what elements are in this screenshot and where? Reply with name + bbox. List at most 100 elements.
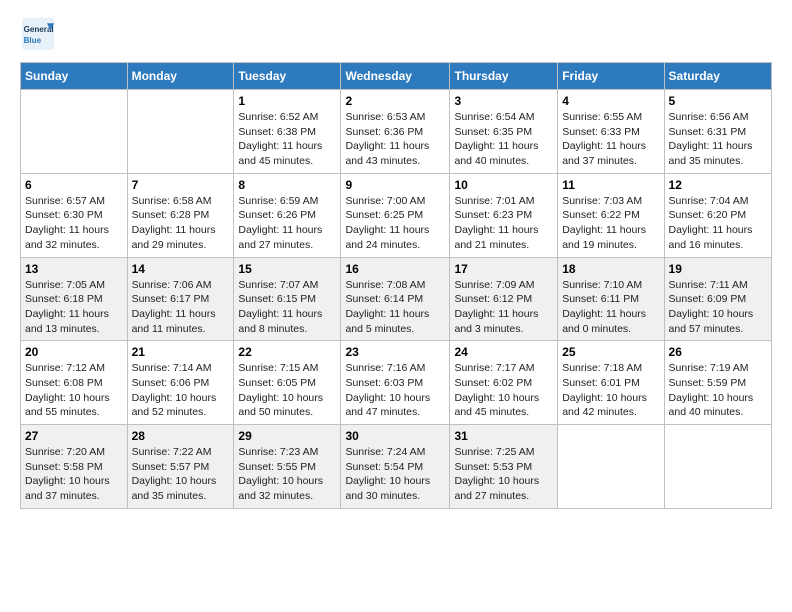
calendar-cell: 24 Sunrise: 7:17 AM Sunset: 6:02 PM Dayli… xyxy=(450,341,558,425)
calendar-cell: 13Sunrise: 7:05 AM Sunset: 6:18 PM Dayli… xyxy=(21,257,128,341)
day-info: Sunrise: 7:16 AM Sunset: 6:03 PM Dayligh… xyxy=(345,361,445,420)
day-info: Sunrise: 7:15 AM Sunset: 6:05 PM Dayligh… xyxy=(238,361,336,420)
day-number: 29 xyxy=(238,429,336,443)
calendar-cell: 17 Sunrise: 7:09 AM Sunset: 6:12 PM Dayli… xyxy=(450,257,558,341)
weekday-header: Wednesday xyxy=(341,63,450,90)
logo: General Blue xyxy=(20,16,60,52)
calendar-cell: 27 Sunrise: 7:20 AM Sunset: 5:58 PM Dayli… xyxy=(21,425,128,509)
day-info: Sunrise: 7:05 AM Sunset: 6:18 PM Dayligh… xyxy=(25,278,123,337)
day-number: 26 xyxy=(669,345,767,359)
calendar-cell: 28 Sunrise: 7:22 AM Sunset: 5:57 PM Dayli… xyxy=(127,425,234,509)
weekday-header-row: SundayMondayTuesdayWednesdayThursdayFrid… xyxy=(21,63,772,90)
calendar-cell: 19Sunrise: 7:11 AM Sunset: 6:09 PM Dayli… xyxy=(664,257,771,341)
day-info: Sunrise: 7:24 AM Sunset: 5:54 PM Dayligh… xyxy=(345,445,445,504)
calendar-week-row: 27 Sunrise: 7:20 AM Sunset: 5:58 PM Dayli… xyxy=(21,425,772,509)
calendar-cell xyxy=(664,425,771,509)
calendar-cell: 12Sunrise: 7:04 AM Sunset: 6:20 PM Dayli… xyxy=(664,173,771,257)
day-number: 30 xyxy=(345,429,445,443)
weekday-header: Friday xyxy=(558,63,664,90)
calendar-cell: 1Sunrise: 6:52 AM Sunset: 6:38 PM Daylig… xyxy=(234,90,341,174)
day-number: 8 xyxy=(238,178,336,192)
weekday-header: Saturday xyxy=(664,63,771,90)
calendar-cell: 20 Sunrise: 7:12 AM Sunset: 6:08 PM Dayli… xyxy=(21,341,128,425)
weekday-header: Monday xyxy=(127,63,234,90)
day-number: 9 xyxy=(345,178,445,192)
day-info: Sunrise: 6:59 AM Sunset: 6:26 PM Dayligh… xyxy=(238,194,336,253)
calendar-cell: 21 Sunrise: 7:14 AM Sunset: 6:06 PM Dayli… xyxy=(127,341,234,425)
calendar: SundayMondayTuesdayWednesdayThursdayFrid… xyxy=(20,62,772,509)
day-number: 28 xyxy=(132,429,230,443)
calendar-week-row: 20 Sunrise: 7:12 AM Sunset: 6:08 PM Dayli… xyxy=(21,341,772,425)
day-info: Sunrise: 7:10 AM Sunset: 6:11 PM Dayligh… xyxy=(562,278,659,337)
calendar-cell: 15 Sunrise: 7:07 AM Sunset: 6:15 PM Dayli… xyxy=(234,257,341,341)
day-info: Sunrise: 7:03 AM Sunset: 6:22 PM Dayligh… xyxy=(562,194,659,253)
day-number: 10 xyxy=(454,178,553,192)
day-number: 1 xyxy=(238,94,336,108)
day-number: 25 xyxy=(562,345,659,359)
day-number: 2 xyxy=(345,94,445,108)
day-number: 17 xyxy=(454,262,553,276)
calendar-cell: 29 Sunrise: 7:23 AM Sunset: 5:55 PM Dayli… xyxy=(234,425,341,509)
calendar-cell: 18 Sunrise: 7:10 AM Sunset: 6:11 PM Dayli… xyxy=(558,257,664,341)
calendar-cell: 31 Sunrise: 7:25 AM Sunset: 5:53 PM Dayli… xyxy=(450,425,558,509)
day-number: 22 xyxy=(238,345,336,359)
calendar-cell: 26 Sunrise: 7:19 AM Sunset: 5:59 PM Dayli… xyxy=(664,341,771,425)
calendar-week-row: 1Sunrise: 6:52 AM Sunset: 6:38 PM Daylig… xyxy=(21,90,772,174)
svg-text:Blue: Blue xyxy=(24,36,42,45)
calendar-cell: 23 Sunrise: 7:16 AM Sunset: 6:03 PM Dayli… xyxy=(341,341,450,425)
logo-icon: General Blue xyxy=(20,16,56,52)
day-info: Sunrise: 7:25 AM Sunset: 5:53 PM Dayligh… xyxy=(454,445,553,504)
day-number: 7 xyxy=(132,178,230,192)
day-info: Sunrise: 6:57 AM Sunset: 6:30 PM Dayligh… xyxy=(25,194,123,253)
day-info: Sunrise: 7:23 AM Sunset: 5:55 PM Dayligh… xyxy=(238,445,336,504)
day-info: Sunrise: 7:14 AM Sunset: 6:06 PM Dayligh… xyxy=(132,361,230,420)
calendar-cell: 6 Sunrise: 6:57 AM Sunset: 6:30 PM Daylig… xyxy=(21,173,128,257)
calendar-cell xyxy=(127,90,234,174)
weekday-header: Thursday xyxy=(450,63,558,90)
day-info: Sunrise: 6:54 AM Sunset: 6:35 PM Dayligh… xyxy=(454,110,553,169)
day-number: 31 xyxy=(454,429,553,443)
day-info: Sunrise: 7:00 AM Sunset: 6:25 PM Dayligh… xyxy=(345,194,445,253)
day-number: 21 xyxy=(132,345,230,359)
weekday-header: Sunday xyxy=(21,63,128,90)
calendar-cell: 2 Sunrise: 6:53 AM Sunset: 6:36 PM Daylig… xyxy=(341,90,450,174)
calendar-cell: 3Sunrise: 6:54 AM Sunset: 6:35 PM Daylig… xyxy=(450,90,558,174)
day-info: Sunrise: 7:09 AM Sunset: 6:12 PM Dayligh… xyxy=(454,278,553,337)
page: General Blue SundayMondayTuesdayWednesda… xyxy=(0,0,792,525)
day-number: 20 xyxy=(25,345,123,359)
weekday-header: Tuesday xyxy=(234,63,341,90)
day-info: Sunrise: 7:17 AM Sunset: 6:02 PM Dayligh… xyxy=(454,361,553,420)
day-number: 24 xyxy=(454,345,553,359)
calendar-cell: 8 Sunrise: 6:59 AM Sunset: 6:26 PM Daylig… xyxy=(234,173,341,257)
calendar-cell: 14Sunrise: 7:06 AM Sunset: 6:17 PM Dayli… xyxy=(127,257,234,341)
day-number: 14 xyxy=(132,262,230,276)
calendar-cell: 30 Sunrise: 7:24 AM Sunset: 5:54 PM Dayli… xyxy=(341,425,450,509)
calendar-cell xyxy=(21,90,128,174)
day-info: Sunrise: 7:22 AM Sunset: 5:57 PM Dayligh… xyxy=(132,445,230,504)
day-number: 16 xyxy=(345,262,445,276)
calendar-cell: 16Sunrise: 7:08 AM Sunset: 6:14 PM Dayli… xyxy=(341,257,450,341)
day-number: 15 xyxy=(238,262,336,276)
day-number: 4 xyxy=(562,94,659,108)
day-info: Sunrise: 7:12 AM Sunset: 6:08 PM Dayligh… xyxy=(25,361,123,420)
calendar-cell: 7 Sunrise: 6:58 AM Sunset: 6:28 PM Daylig… xyxy=(127,173,234,257)
day-number: 27 xyxy=(25,429,123,443)
calendar-week-row: 13Sunrise: 7:05 AM Sunset: 6:18 PM Dayli… xyxy=(21,257,772,341)
calendar-cell: 25 Sunrise: 7:18 AM Sunset: 6:01 PM Dayli… xyxy=(558,341,664,425)
calendar-cell: 10Sunrise: 7:01 AM Sunset: 6:23 PM Dayli… xyxy=(450,173,558,257)
day-number: 18 xyxy=(562,262,659,276)
day-info: Sunrise: 6:53 AM Sunset: 6:36 PM Dayligh… xyxy=(345,110,445,169)
day-info: Sunrise: 6:58 AM Sunset: 6:28 PM Dayligh… xyxy=(132,194,230,253)
calendar-cell: 4Sunrise: 6:55 AM Sunset: 6:33 PM Daylig… xyxy=(558,90,664,174)
day-number: 6 xyxy=(25,178,123,192)
day-info: Sunrise: 7:18 AM Sunset: 6:01 PM Dayligh… xyxy=(562,361,659,420)
calendar-cell: 5Sunrise: 6:56 AM Sunset: 6:31 PM Daylig… xyxy=(664,90,771,174)
day-info: Sunrise: 7:07 AM Sunset: 6:15 PM Dayligh… xyxy=(238,278,336,337)
day-number: 5 xyxy=(669,94,767,108)
day-info: Sunrise: 7:19 AM Sunset: 5:59 PM Dayligh… xyxy=(669,361,767,420)
day-info: Sunrise: 7:04 AM Sunset: 6:20 PM Dayligh… xyxy=(669,194,767,253)
day-info: Sunrise: 7:20 AM Sunset: 5:58 PM Dayligh… xyxy=(25,445,123,504)
calendar-week-row: 6 Sunrise: 6:57 AM Sunset: 6:30 PM Daylig… xyxy=(21,173,772,257)
day-number: 23 xyxy=(345,345,445,359)
day-number: 11 xyxy=(562,178,659,192)
